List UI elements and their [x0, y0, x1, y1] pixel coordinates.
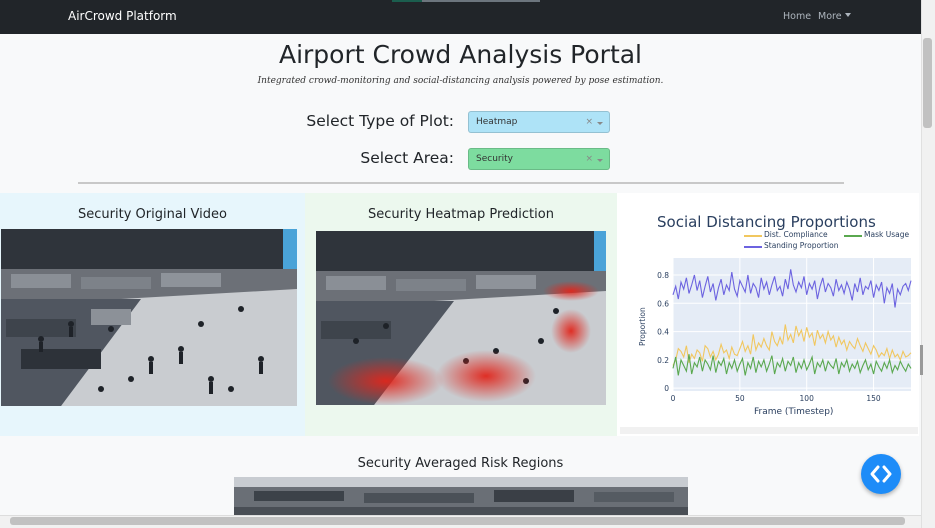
y-tick-label: 0.2 [657, 356, 669, 365]
x-tick-label: 150 [866, 394, 881, 403]
plot-type-select[interactable]: Heatmap × [468, 111, 610, 133]
nav-more-label: More [818, 11, 842, 22]
heatmap-video-frame[interactable] [316, 231, 606, 405]
x-tick-label: 0 [671, 394, 676, 403]
heatmap-panel: Security Heatmap Prediction [305, 193, 617, 436]
chevrons-left-right-icon [870, 465, 892, 483]
page-subtitle: Integrated crowd-monitoring and social-d… [257, 76, 664, 86]
plot-type-value: Heatmap [476, 117, 518, 127]
averaged-risk-scene [234, 477, 688, 517]
area-label: Select Area: [360, 149, 454, 167]
y-tick-label: 0.8 [657, 271, 669, 280]
original-video-panel: Security Original Video [0, 193, 305, 436]
dropdown-arrow-icon[interactable] [597, 122, 603, 125]
section-divider [78, 182, 844, 184]
original-video-frame[interactable] [1, 229, 297, 406]
page: AirCrowd Platform Home More Airport Crow… [0, 0, 935, 528]
brand-link[interactable]: AirCrowd Platform [68, 9, 177, 23]
y-tick-label: 0 [664, 384, 669, 393]
navbar: AirCrowd Platform Home More [0, 0, 921, 34]
averaged-risk-image [234, 477, 688, 517]
nav-home-link[interactable]: Home [783, 11, 811, 22]
x-tick-label: 50 [735, 394, 745, 403]
caret-down-icon [844, 13, 851, 17]
top-tab-indicator [392, 0, 422, 2]
chart-horizontal-scrollbar[interactable] [620, 427, 918, 434]
plot-type-label: Select Type of Plot: [306, 112, 454, 130]
y-tick-label: 0.4 [657, 328, 669, 337]
chart-plot-area: 0 0.2 0.4 0.6 0.8 0 50 100 150 [657, 258, 912, 403]
heatmap-scene-image [316, 231, 606, 405]
nav-more-dropdown[interactable]: More [818, 11, 851, 22]
averaged-risk-title: Security Averaged Risk Regions [357, 456, 564, 471]
page-title: Airport Crowd Analysis Portal [278, 40, 643, 69]
page-scrollbar-thumb[interactable] [923, 38, 932, 128]
horizontal-scrollbar-thumb[interactable] [10, 517, 905, 525]
security-scene-image [1, 229, 297, 406]
clear-plot-type-icon[interactable]: × [585, 117, 593, 127]
heatmap-title: Security Heatmap Prediction [368, 207, 554, 222]
area-select[interactable]: Security × [468, 148, 610, 170]
clear-area-icon[interactable]: × [585, 154, 593, 164]
page-scrollbar-marker [920, 345, 923, 375]
x-tick-label: 100 [800, 394, 815, 403]
x-axis-label: Frame (Timestep) [754, 407, 834, 417]
original-video-title: Security Original Video [78, 207, 227, 222]
area-value: Security [476, 154, 513, 164]
top-tab-indicator-secondary [422, 0, 540, 2]
social-distancing-chart: Social Distancing Proportions Dist. Comp… [617, 193, 919, 436]
y-tick-label: 0.6 [657, 299, 669, 308]
code-toggle-button[interactable] [861, 454, 901, 494]
dropdown-arrow-icon[interactable] [597, 159, 603, 162]
